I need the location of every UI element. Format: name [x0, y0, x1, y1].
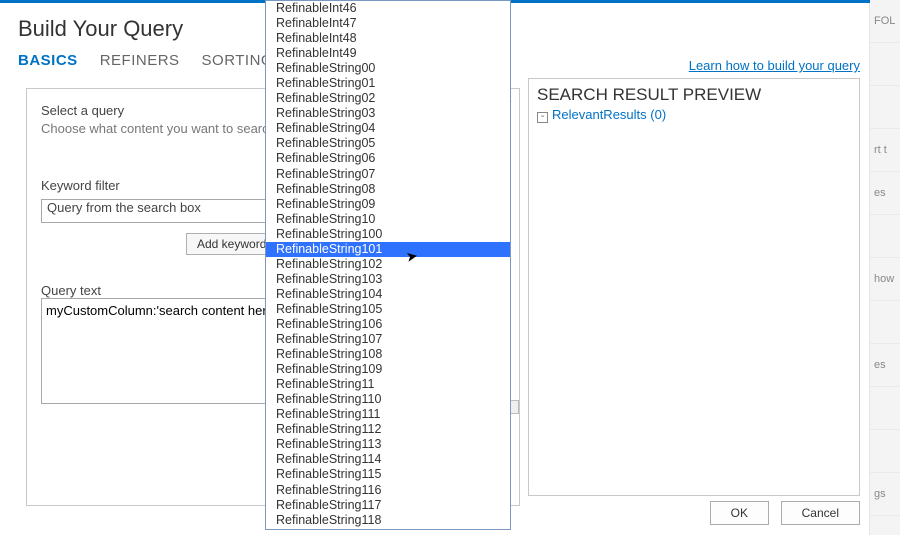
learn-link[interactable]: Learn how to build your query [689, 58, 860, 73]
background-row [870, 387, 900, 430]
property-filter-dropdown[interactable]: RefinableInt46RefinableInt47RefinableInt… [265, 0, 511, 530]
dropdown-item[interactable]: RefinableInt47 [266, 16, 510, 31]
keyword-filter-value: Query from the search box [47, 200, 201, 215]
dialog-footer: OK Cancel [702, 501, 860, 525]
dropdown-item[interactable]: RefinableString00 [266, 61, 510, 76]
dropdown-item[interactable]: RefinableString115 [266, 467, 510, 482]
background-row [870, 430, 900, 473]
dropdown-item[interactable]: RefinableString109 [266, 362, 510, 377]
keyword-filter-select[interactable]: Query from the search box ▲▼ [41, 199, 278, 223]
dropdown-item[interactable]: RefinableString04 [266, 121, 510, 136]
ok-button[interactable]: OK [710, 501, 769, 525]
background-row [870, 86, 900, 129]
background-row: how [870, 258, 900, 301]
dropdown-item[interactable]: RefinableString05 [266, 136, 510, 151]
search-result-preview-panel: SEARCH RESULT PREVIEW -RelevantResults (… [528, 78, 860, 496]
dropdown-item[interactable]: RefinableString07 [266, 167, 510, 182]
background-row [870, 301, 900, 344]
mouse-cursor-icon: ➤ [405, 247, 420, 266]
dropdown-item[interactable]: RefinableString110 [266, 392, 510, 407]
background-sidebar: FOLrt teshowesgs [869, 0, 900, 535]
dropdown-item[interactable]: RefinableString104 [266, 287, 510, 302]
dropdown-item[interactable]: RefinableString01 [266, 76, 510, 91]
dropdown-item[interactable]: RefinableString119 [266, 528, 510, 530]
dropdown-item[interactable]: RefinableString118 [266, 513, 510, 528]
background-row: rt t [870, 129, 900, 172]
dropdown-item[interactable]: RefinableString116 [266, 483, 510, 498]
background-row: es [870, 344, 900, 387]
background-row [870, 215, 900, 258]
dropdown-item[interactable]: RefinableInt48 [266, 31, 510, 46]
dropdown-item[interactable]: RefinableString102 [266, 257, 510, 272]
dropdown-item[interactable]: RefinableString101 [266, 242, 510, 257]
dropdown-item[interactable]: RefinableString107 [266, 332, 510, 347]
background-row: gs [870, 473, 900, 516]
tab-basics[interactable]: BASICS [18, 52, 78, 69]
background-row: FOL [870, 0, 900, 43]
dropdown-item[interactable]: RefinableString09 [266, 197, 510, 212]
dropdown-item[interactable]: RefinableString108 [266, 347, 510, 362]
dropdown-item[interactable]: RefinableString106 [266, 317, 510, 332]
background-row: es [870, 172, 900, 215]
dropdown-item[interactable]: RefinableString03 [266, 106, 510, 121]
dropdown-item[interactable]: RefinableString111 [266, 407, 510, 422]
preview-title: SEARCH RESULT PREVIEW [537, 85, 859, 105]
dropdown-item[interactable]: RefinableString02 [266, 91, 510, 106]
dropdown-item[interactable]: RefinableString114 [266, 452, 510, 467]
dropdown-item[interactable]: RefinableString117 [266, 498, 510, 513]
background-row [870, 43, 900, 86]
dropdown-item[interactable]: RefinableString08 [266, 182, 510, 197]
tab-refiners[interactable]: REFINERS [100, 52, 180, 69]
tree-root-label: RelevantResults (0) [552, 107, 666, 122]
dropdown-item[interactable]: RefinableInt49 [266, 46, 510, 61]
dropdown-item[interactable]: RefinableString112 [266, 422, 510, 437]
tab-sorting[interactable]: SORTING [202, 52, 274, 69]
dropdown-item[interactable]: RefinableString06 [266, 151, 510, 166]
dropdown-item[interactable]: RefinableString11 [266, 377, 510, 392]
dropdown-item[interactable]: RefinableString103 [266, 272, 510, 287]
background-row [870, 516, 900, 535]
cancel-button[interactable]: Cancel [781, 501, 860, 525]
dropdown-item[interactable]: RefinableString105 [266, 302, 510, 317]
dropdown-item[interactable]: RefinableString100 [266, 227, 510, 242]
tree-collapse-icon[interactable]: - [537, 112, 548, 123]
dropdown-item[interactable]: RefinableInt46 [266, 1, 510, 16]
dropdown-item[interactable]: RefinableString113 [266, 437, 510, 452]
dropdown-item[interactable]: RefinableString10 [266, 212, 510, 227]
preview-tree[interactable]: -RelevantResults (0) [529, 107, 859, 123]
